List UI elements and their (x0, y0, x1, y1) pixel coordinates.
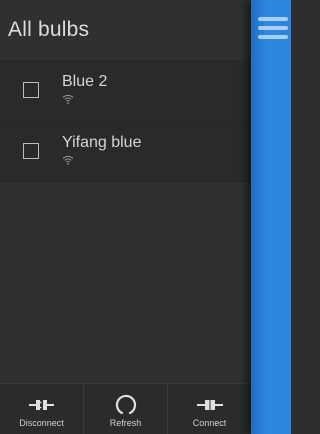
refresh-button[interactable]: Refresh (84, 384, 168, 434)
plug-connect-icon (195, 394, 225, 416)
drawer-header: All bulbs (0, 0, 251, 60)
menu-icon[interactable] (258, 17, 288, 41)
bulb-checkbox[interactable] (23, 143, 39, 159)
wifi-icon (62, 94, 74, 104)
wifi-icon (62, 155, 74, 165)
bulb-row-yifang-blue[interactable]: Yifang blue (0, 121, 251, 182)
drawer-title: All bulbs (8, 18, 90, 41)
app-screen: All bulbs Blue 2 Yifang blue Disconnect … (0, 0, 291, 434)
bulb-text: Blue 2 (62, 73, 107, 104)
connect-label: Connect (192, 418, 227, 428)
main-content-panel[interactable] (251, 0, 291, 434)
disconnect-label: Disconnect (19, 418, 64, 428)
bulb-text: Yifang blue (62, 134, 141, 165)
bulb-list: Blue 2 Yifang blue (0, 60, 251, 182)
bulb-checkbox[interactable] (23, 82, 39, 98)
bulb-name: Blue 2 (62, 72, 108, 90)
refresh-icon (114, 394, 138, 416)
plug-disconnect-icon (27, 394, 57, 416)
bulb-row-blue-2[interactable]: Blue 2 (0, 60, 251, 121)
refresh-label: Refresh (109, 418, 142, 428)
bottom-toolbar: Disconnect Refresh Connect (0, 383, 251, 434)
bulb-drawer: All bulbs Blue 2 Yifang blue Disconnect … (0, 0, 251, 434)
bulb-name: Yifang blue (62, 133, 142, 151)
disconnect-button[interactable]: Disconnect (0, 384, 84, 434)
connect-button[interactable]: Connect (168, 384, 251, 434)
